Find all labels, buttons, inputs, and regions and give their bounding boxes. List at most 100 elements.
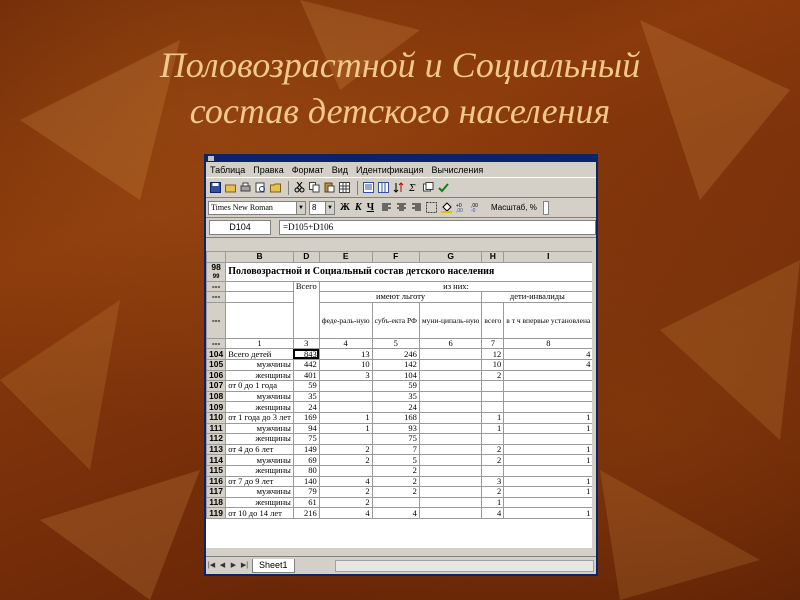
row-label-cell[interactable]: от 4 до 6 лет: [225, 443, 294, 456]
font-name-select[interactable]: Times New Roman ▼: [208, 200, 306, 215]
value-cell-federal[interactable]: 3: [318, 369, 373, 382]
decrease-decimal-icon[interactable]: ,00 -0: [470, 202, 482, 214]
zoom-input[interactable]: [542, 200, 549, 215]
column-header[interactable]: F: [371, 251, 420, 263]
font-size-select[interactable]: 8 ▼: [309, 200, 335, 215]
row-header[interactable]: 98 99: [206, 261, 227, 282]
value-cell-disabled[interactable]: [481, 390, 505, 403]
grid-icon[interactable]: [338, 182, 350, 194]
value-cell-federal[interactable]: [318, 401, 373, 413]
row-header[interactable]: ---: [206, 337, 227, 350]
value-cell-first-time[interactable]: [503, 369, 594, 382]
save-icon[interactable]: [209, 182, 221, 194]
value-cell-federal[interactable]: 2: [318, 454, 373, 466]
value-cell-municipal[interactable]: [418, 454, 483, 466]
value-cell-subject[interactable]: 142: [371, 358, 420, 371]
vertical-scrollbar[interactable]: [592, 251, 596, 548]
copy-icon[interactable]: [308, 182, 320, 194]
value-cell-federal[interactable]: 2: [318, 443, 373, 456]
menu-calculations[interactable]: Вычисления: [431, 165, 483, 175]
column-header[interactable]: D: [292, 251, 320, 263]
row-header[interactable]: 108: [206, 390, 227, 403]
value-cell-municipal[interactable]: [418, 411, 483, 424]
value-cell-first-time[interactable]: [503, 433, 594, 445]
prev-sheet-icon[interactable]: ◀: [217, 560, 228, 571]
column-number-cell[interactable]: 5: [371, 337, 420, 350]
value-cell-disabled[interactable]: 4: [481, 507, 505, 519]
row-header[interactable]: ---: [206, 280, 227, 293]
row-header[interactable]: ---: [206, 301, 227, 339]
value-cell-total[interactable]: 843: [292, 348, 320, 360]
bold-button[interactable]: Ж: [340, 202, 350, 213]
row-label-cell[interactable]: Всего детей: [225, 348, 294, 360]
row-label-cell[interactable]: от 0 до 1 года: [225, 380, 294, 392]
formula-input[interactable]: =D105+D106: [279, 220, 596, 235]
value-cell-first-time[interactable]: 1: [503, 454, 594, 466]
menu-table[interactable]: Таблица: [210, 165, 245, 175]
value-cell-first-time[interactable]: [503, 496, 594, 509]
value-cell-subject[interactable]: 7: [371, 443, 420, 456]
align-right-icon[interactable]: [410, 202, 422, 214]
value-cell-municipal[interactable]: [418, 507, 483, 519]
value-cell-first-time[interactable]: 4: [503, 348, 594, 360]
row-header[interactable]: 114: [206, 454, 227, 466]
value-cell-total[interactable]: 401: [292, 369, 320, 382]
value-cell-subject[interactable]: 93: [371, 422, 420, 435]
column-header[interactable]: B: [225, 251, 294, 263]
value-cell-total[interactable]: 140: [292, 475, 320, 488]
menu-edit[interactable]: Правка: [253, 165, 283, 175]
column-number-cell[interactable]: 8: [503, 337, 594, 350]
row-label-cell[interactable]: мужчины: [225, 422, 294, 435]
value-cell-municipal[interactable]: [418, 390, 483, 403]
column-number-cell[interactable]: 7: [481, 337, 505, 350]
fill-color-icon[interactable]: [440, 202, 452, 214]
value-cell-federal[interactable]: [318, 390, 373, 403]
row-header[interactable]: 115: [206, 464, 227, 477]
header-of-them-cell[interactable]: из них:: [318, 280, 594, 293]
menu-format[interactable]: Формат: [292, 165, 324, 175]
column-number-cell[interactable]: 4: [318, 337, 373, 350]
menu-view[interactable]: Вид: [332, 165, 348, 175]
value-cell-total[interactable]: 149: [292, 443, 320, 456]
value-cell-subject[interactable]: 4: [371, 507, 420, 519]
column-number-cell[interactable]: 1: [225, 337, 294, 350]
align-left-icon[interactable]: [380, 202, 392, 214]
header-disabled-cell[interactable]: дети-инвалиды: [481, 291, 594, 303]
row-label-cell[interactable]: мужчины: [225, 358, 294, 371]
row-header[interactable]: 119: [206, 507, 227, 519]
value-cell-disabled[interactable]: 2: [481, 443, 505, 456]
cut-icon[interactable]: [293, 182, 305, 194]
value-cell-total[interactable]: 216: [292, 507, 320, 519]
horizontal-scrollbar[interactable]: [334, 559, 594, 572]
header-benefit-cell[interactable]: имеют льготу: [318, 291, 483, 303]
value-cell-disabled[interactable]: 1: [481, 411, 505, 424]
value-cell-first-time[interactable]: 1: [503, 507, 594, 519]
value-cell-municipal[interactable]: [418, 348, 483, 360]
value-cell-municipal[interactable]: [418, 401, 483, 413]
value-cell-disabled[interactable]: [481, 433, 505, 445]
header-total2-cell[interactable]: всего: [481, 301, 505, 339]
column-number-cell[interactable]: 6: [418, 337, 483, 350]
value-cell-municipal[interactable]: [418, 369, 483, 382]
column-header[interactable]: H: [481, 251, 505, 263]
value-cell-subject[interactable]: 75: [371, 433, 420, 445]
last-sheet-icon[interactable]: ▶|: [239, 560, 250, 571]
value-cell-disabled[interactable]: [481, 380, 505, 392]
cell[interactable]: [225, 280, 294, 293]
header-federal-cell[interactable]: феде-раль-ную: [318, 301, 373, 339]
value-cell-subject[interactable]: 5: [371, 454, 420, 466]
value-cell-total[interactable]: 80: [292, 464, 320, 477]
cell[interactable]: [225, 301, 294, 339]
function-icon[interactable]: Σ: [407, 182, 419, 194]
value-cell-subject[interactable]: 59: [371, 380, 420, 392]
header-total-cell[interactable]: Всего: [292, 280, 320, 339]
value-cell-disabled[interactable]: 2: [481, 454, 505, 466]
align-center-icon[interactable]: [395, 202, 407, 214]
row-header[interactable]: 117: [206, 486, 227, 498]
sort-icon[interactable]: [392, 182, 404, 194]
value-cell-disabled[interactable]: 2: [481, 486, 505, 498]
columns-icon[interactable]: [377, 182, 389, 194]
value-cell-total[interactable]: 35: [292, 390, 320, 403]
first-sheet-icon[interactable]: |◀: [206, 560, 217, 571]
value-cell-federal[interactable]: [318, 464, 373, 477]
